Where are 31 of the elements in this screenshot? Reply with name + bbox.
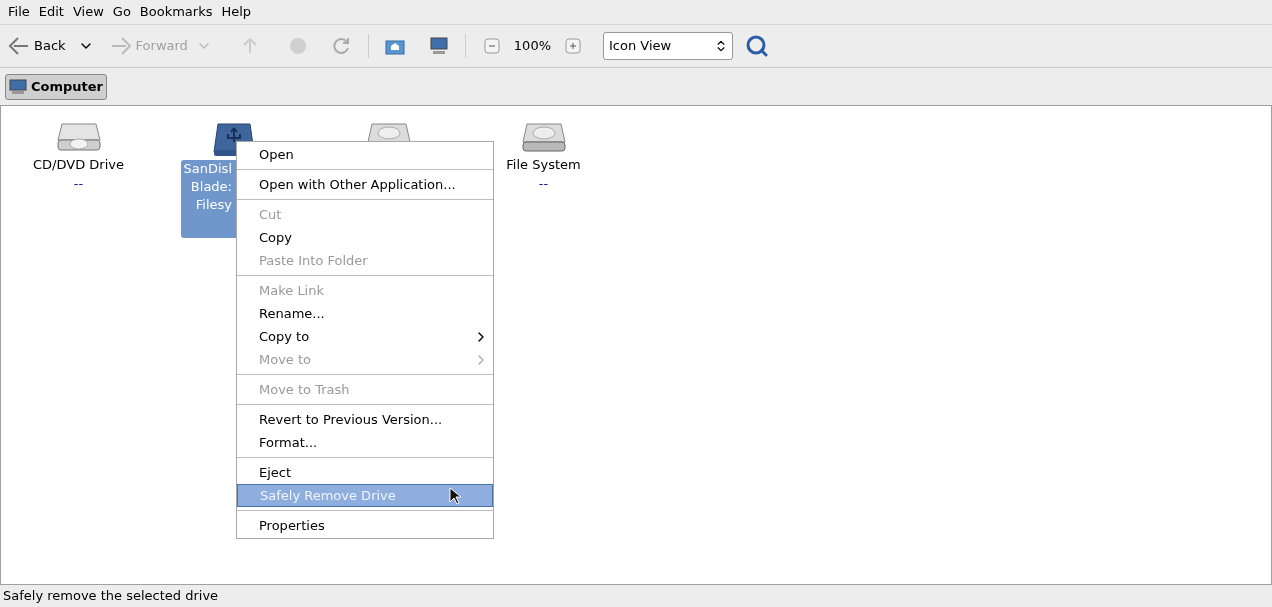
menu-entry[interactable]: Eject [237,461,493,484]
back-arrow-icon [8,36,30,56]
menu-item[interactable]: View [68,2,108,22]
label-text: SanDisl Blade: Filesy [182,160,232,214]
optical-drive-icon[interactable] [55,122,102,154]
status-text: Safely remove the selected drive [3,587,219,606]
forward-arrow-icon [109,36,132,56]
menu-item[interactable]: Edit [34,2,68,22]
computer-icon [9,78,27,95]
menu-item[interactable]: File [4,2,34,22]
search-icon[interactable] [745,34,769,58]
back-button[interactable]: Back [8,36,66,56]
menu-entry[interactable]: Format... [237,431,493,454]
location-button[interactable]: Computer [5,73,108,100]
menu-entry[interactable]: Rename... [237,302,493,325]
menu-item[interactable]: Go [108,2,135,22]
capacity-text: -- [73,175,84,193]
menu-item[interactable]: Help [217,2,256,22]
mouse-pointer-icon [449,487,461,505]
view-select[interactable]: Icon View [603,32,733,60]
menu-entry[interactable]: Revert to Previous Version... [237,408,493,431]
capacity-text: -- [538,175,549,193]
menu-item[interactable]: Bookmarks [135,2,217,22]
menu-entry[interactable]: Copy to [237,325,493,348]
reload-icon[interactable] [331,36,352,56]
hard-disk-icon[interactable] [520,122,567,154]
zoom-out-icon[interactable] [481,36,502,56]
zoom-in-icon[interactable] [563,36,583,56]
menu-entry[interactable]: Properties [237,514,493,537]
computer-icon[interactable] [428,36,449,56]
zoom-level: 100% [513,37,551,56]
